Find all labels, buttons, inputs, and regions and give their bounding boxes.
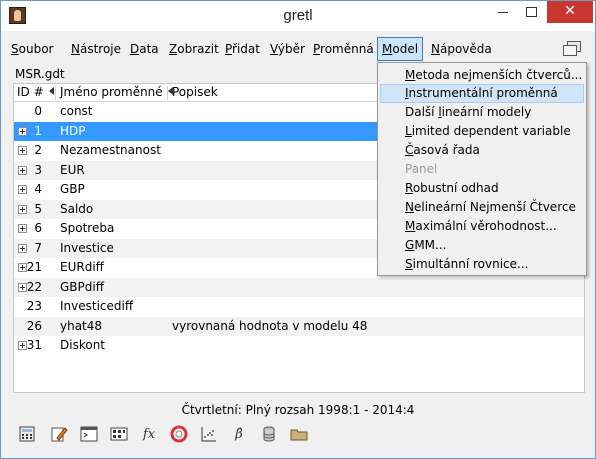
col-header-name[interactable]: Jméno proměnné bbox=[60, 85, 173, 99]
session-icons-icon[interactable] bbox=[109, 425, 129, 445]
menu-item-gmm[interactable]: GMM... bbox=[380, 236, 584, 255]
sort-arrow-icon bbox=[48, 87, 54, 95]
close-button[interactable]: ✕ bbox=[547, 1, 593, 23]
menu-nastroje[interactable]: Nástroje bbox=[71, 40, 121, 58]
help-lifebuoy-icon[interactable] bbox=[169, 425, 189, 445]
maximize-button[interactable] bbox=[517, 1, 545, 23]
menu-promenna[interactable]: Proměnná bbox=[313, 40, 374, 58]
column-divider[interactable] bbox=[167, 86, 168, 100]
scatter-plot-icon[interactable] bbox=[199, 425, 219, 445]
console-icon[interactable] bbox=[79, 425, 99, 445]
menu-item-panel: Panel bbox=[405, 162, 438, 176]
minimize-button[interactable] bbox=[489, 1, 517, 23]
beta-model-icon[interactable]: β̂ bbox=[229, 425, 249, 445]
calculator-icon[interactable] bbox=[17, 425, 37, 445]
menu-pridat[interactable]: Přidat bbox=[225, 40, 260, 58]
menu-item-ols[interactable]: Metoda nejmenších čtverců... bbox=[380, 66, 584, 85]
table-row[interactable]: 26 yhat48 vyrovnaná hodnota v modelu 48 bbox=[14, 316, 584, 336]
menu-item-limited-dependent[interactable]: Limited dependent variable bbox=[380, 122, 584, 141]
menu-item-time-series[interactable]: Časová řada bbox=[380, 141, 584, 160]
database-icon[interactable] bbox=[259, 425, 279, 445]
menu-napoveda[interactable]: Nápověda bbox=[431, 40, 492, 58]
status-bar: Čtvrtletní: Plný rozsah 1998:1 - 2014:4 bbox=[181, 403, 415, 417]
menu-zobrazit[interactable]: Zobrazit bbox=[169, 40, 219, 58]
gretl-main-window: gretl ✕ Soubor Nástroje Data Zobrazit Př… bbox=[0, 0, 596, 459]
col-header-id[interactable]: ID # bbox=[17, 85, 54, 99]
menu-soubor[interactable]: Soubor bbox=[11, 40, 53, 58]
col-header-desc[interactable]: Popisek bbox=[172, 85, 218, 99]
menu-item-nonlinear-least-squares[interactable]: Nelineární Nejmenší Čtverce bbox=[380, 198, 584, 217]
menu-vyber[interactable]: Výběr bbox=[270, 40, 305, 58]
menu-item-other-linear-models[interactable]: Další lineární modely bbox=[380, 103, 584, 122]
menu-item-simultaneous-equations[interactable]: Simultánní rovnice... bbox=[380, 255, 584, 274]
windows-restore-icon[interactable] bbox=[563, 40, 581, 56]
folder-icon[interactable] bbox=[289, 425, 309, 445]
menu-data[interactable]: Data bbox=[130, 40, 159, 58]
edit-script-icon[interactable] bbox=[49, 425, 69, 445]
table-row[interactable]: 23 Investicediff bbox=[14, 297, 584, 317]
column-divider[interactable] bbox=[55, 86, 56, 100]
function-icon[interactable]: fx bbox=[139, 425, 159, 445]
menu-item-robust-estimation[interactable]: Robustní odhad bbox=[380, 179, 584, 198]
menu-item-instrumental-variable[interactable]: Instrumentální proměnná bbox=[380, 84, 584, 103]
table-row[interactable]: 22 GBPdiff bbox=[14, 277, 584, 297]
title-bar[interactable]: gretl ✕ bbox=[1, 1, 595, 31]
dataset-filename: MSR.gdt bbox=[15, 67, 65, 81]
menu-item-maximum-likelihood[interactable]: Maximální věrohodnost... bbox=[380, 217, 584, 236]
table-row[interactable]: 31 Diskont bbox=[14, 336, 584, 356]
menu-model[interactable]: Model bbox=[377, 37, 424, 61]
model-menu-dropdown: Metoda nejmenších čtverců... Instrumentá… bbox=[377, 62, 587, 276]
menu-bar: Soubor Nástroje Data Zobrazit Přidat Výb… bbox=[1, 32, 595, 64]
